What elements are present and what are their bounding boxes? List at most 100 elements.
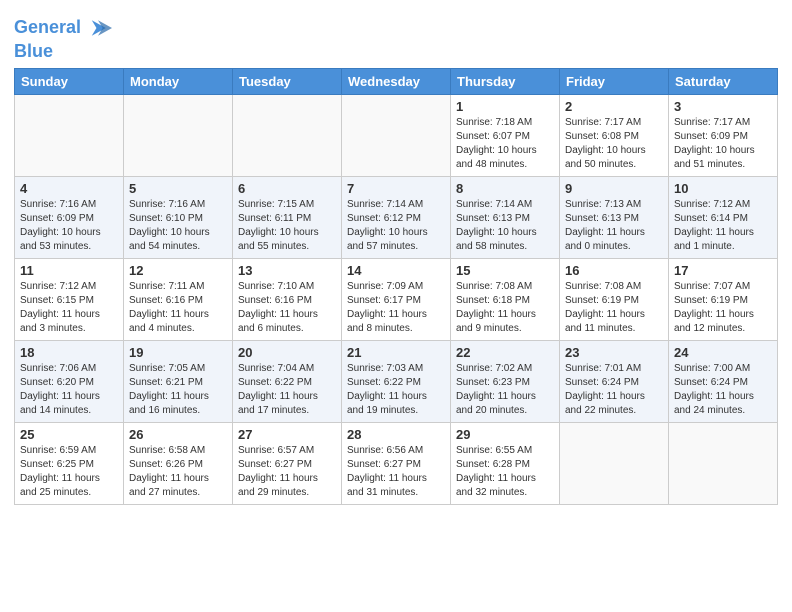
day-number: 26: [129, 427, 227, 442]
calendar-week-row: 4 Sunrise: 7:16 AMSunset: 6:09 PMDaylight…: [15, 176, 778, 258]
day-info: Sunrise: 7:07 AMSunset: 6:19 PMDaylight:…: [674, 280, 772, 336]
day-number: 4: [20, 181, 118, 196]
day-info: Sunrise: 7:16 AMSunset: 6:10 PMDaylight:…: [129, 198, 227, 254]
page: General Blue SundayMondayTuesdayWednesda…: [0, 0, 792, 612]
day-number: 28: [347, 427, 445, 442]
logo-icon: [84, 14, 112, 42]
day-number: 5: [129, 181, 227, 196]
calendar-cell: [560, 422, 669, 504]
calendar-cell: 28 Sunrise: 6:56 AMSunset: 6:27 PMDayligh…: [342, 422, 451, 504]
day-info: Sunrise: 7:13 AMSunset: 6:13 PMDaylight:…: [565, 198, 663, 254]
calendar-cell: 21 Sunrise: 7:03 AMSunset: 6:22 PMDayligh…: [342, 340, 451, 422]
calendar-cell: 1 Sunrise: 7:18 AMSunset: 6:07 PMDaylight…: [451, 94, 560, 176]
day-number: 7: [347, 181, 445, 196]
day-number: 13: [238, 263, 336, 278]
day-number: 24: [674, 345, 772, 360]
day-info: Sunrise: 7:17 AMSunset: 6:08 PMDaylight:…: [565, 116, 663, 172]
day-info: Sunrise: 7:01 AMSunset: 6:24 PMDaylight:…: [565, 362, 663, 418]
day-info: Sunrise: 7:03 AMSunset: 6:22 PMDaylight:…: [347, 362, 445, 418]
day-number: 23: [565, 345, 663, 360]
day-number: 21: [347, 345, 445, 360]
day-info: Sunrise: 7:11 AMSunset: 6:16 PMDaylight:…: [129, 280, 227, 336]
day-info: Sunrise: 6:55 AMSunset: 6:28 PMDaylight:…: [456, 444, 554, 500]
calendar-cell: 17 Sunrise: 7:07 AMSunset: 6:19 PMDayligh…: [669, 258, 778, 340]
header: General Blue: [14, 10, 778, 62]
calendar-week-row: 18 Sunrise: 7:06 AMSunset: 6:20 PMDayligh…: [15, 340, 778, 422]
calendar-cell: [342, 94, 451, 176]
day-number: 18: [20, 345, 118, 360]
day-number: 2: [565, 99, 663, 114]
day-info: Sunrise: 7:12 AMSunset: 6:14 PMDaylight:…: [674, 198, 772, 254]
calendar-cell: 18 Sunrise: 7:06 AMSunset: 6:20 PMDayligh…: [15, 340, 124, 422]
day-info: Sunrise: 6:56 AMSunset: 6:27 PMDaylight:…: [347, 444, 445, 500]
day-info: Sunrise: 7:12 AMSunset: 6:15 PMDaylight:…: [20, 280, 118, 336]
day-info: Sunrise: 6:57 AMSunset: 6:27 PMDaylight:…: [238, 444, 336, 500]
day-info: Sunrise: 7:05 AMSunset: 6:21 PMDaylight:…: [129, 362, 227, 418]
day-of-week-header: Monday: [124, 68, 233, 94]
day-of-week-header: Friday: [560, 68, 669, 94]
day-number: 12: [129, 263, 227, 278]
calendar-cell: 10 Sunrise: 7:12 AMSunset: 6:14 PMDayligh…: [669, 176, 778, 258]
calendar-cell: 26 Sunrise: 6:58 AMSunset: 6:26 PMDayligh…: [124, 422, 233, 504]
day-info: Sunrise: 7:06 AMSunset: 6:20 PMDaylight:…: [20, 362, 118, 418]
day-of-week-header: Tuesday: [233, 68, 342, 94]
day-info: Sunrise: 7:14 AMSunset: 6:13 PMDaylight:…: [456, 198, 554, 254]
calendar-cell: 7 Sunrise: 7:14 AMSunset: 6:12 PMDaylight…: [342, 176, 451, 258]
calendar-cell: 8 Sunrise: 7:14 AMSunset: 6:13 PMDaylight…: [451, 176, 560, 258]
calendar-header-row: SundayMondayTuesdayWednesdayThursdayFrid…: [15, 68, 778, 94]
day-number: 3: [674, 99, 772, 114]
logo-blue: Blue: [14, 42, 112, 62]
calendar-cell: 16 Sunrise: 7:08 AMSunset: 6:19 PMDayligh…: [560, 258, 669, 340]
day-info: Sunrise: 7:09 AMSunset: 6:17 PMDaylight:…: [347, 280, 445, 336]
logo-text: General: [14, 18, 81, 38]
calendar-cell: 25 Sunrise: 6:59 AMSunset: 6:25 PMDayligh…: [15, 422, 124, 504]
day-number: 16: [565, 263, 663, 278]
calendar-week-row: 11 Sunrise: 7:12 AMSunset: 6:15 PMDayligh…: [15, 258, 778, 340]
day-number: 15: [456, 263, 554, 278]
day-number: 25: [20, 427, 118, 442]
day-info: Sunrise: 7:10 AMSunset: 6:16 PMDaylight:…: [238, 280, 336, 336]
calendar-cell: 22Sunrise: 7:02 AMSunset: 6:23 PMDayligh…: [451, 340, 560, 422]
day-number: 19: [129, 345, 227, 360]
day-number: 11: [20, 263, 118, 278]
day-number: 6: [238, 181, 336, 196]
calendar-cell: [124, 94, 233, 176]
day-of-week-header: Sunday: [15, 68, 124, 94]
day-number: 10: [674, 181, 772, 196]
calendar-cell: 23 Sunrise: 7:01 AMSunset: 6:24 PMDayligh…: [560, 340, 669, 422]
calendar-cell: 9 Sunrise: 7:13 AMSunset: 6:13 PMDaylight…: [560, 176, 669, 258]
calendar-week-row: 25 Sunrise: 6:59 AMSunset: 6:25 PMDayligh…: [15, 422, 778, 504]
calendar-cell: 12 Sunrise: 7:11 AMSunset: 6:16 PMDayligh…: [124, 258, 233, 340]
calendar-cell: 6Sunrise: 7:15 AMSunset: 6:11 PMDaylight…: [233, 176, 342, 258]
day-number: 20: [238, 345, 336, 360]
day-number: 8: [456, 181, 554, 196]
day-info: Sunrise: 6:59 AMSunset: 6:25 PMDaylight:…: [20, 444, 118, 500]
day-info: Sunrise: 7:00 AMSunset: 6:24 PMDaylight:…: [674, 362, 772, 418]
calendar-cell: 27 Sunrise: 6:57 AMSunset: 6:27 PMDayligh…: [233, 422, 342, 504]
day-number: 29: [456, 427, 554, 442]
calendar-week-row: 1 Sunrise: 7:18 AMSunset: 6:07 PMDaylight…: [15, 94, 778, 176]
day-number: 27: [238, 427, 336, 442]
calendar: SundayMondayTuesdayWednesdayThursdayFrid…: [14, 68, 778, 505]
day-number: 9: [565, 181, 663, 196]
calendar-cell: 5 Sunrise: 7:16 AMSunset: 6:10 PMDaylight…: [124, 176, 233, 258]
calendar-cell: [669, 422, 778, 504]
day-of-week-header: Thursday: [451, 68, 560, 94]
day-info: Sunrise: 7:04 AMSunset: 6:22 PMDaylight:…: [238, 362, 336, 418]
day-number: 1: [456, 99, 554, 114]
day-info: Sunrise: 7:08 AMSunset: 6:19 PMDaylight:…: [565, 280, 663, 336]
calendar-cell: 20 Sunrise: 7:04 AMSunset: 6:22 PMDayligh…: [233, 340, 342, 422]
calendar-cell: 13 Sunrise: 7:10 AMSunset: 6:16 PMDayligh…: [233, 258, 342, 340]
calendar-cell: 24 Sunrise: 7:00 AMSunset: 6:24 PMDayligh…: [669, 340, 778, 422]
day-info: Sunrise: 7:18 AMSunset: 6:07 PMDaylight:…: [456, 116, 554, 172]
calendar-cell: 19 Sunrise: 7:05 AMSunset: 6:21 PMDayligh…: [124, 340, 233, 422]
day-info: Sunrise: 7:14 AMSunset: 6:12 PMDaylight:…: [347, 198, 445, 254]
day-info: Sunrise: 6:58 AMSunset: 6:26 PMDaylight:…: [129, 444, 227, 500]
day-info: Sunrise: 7:17 AMSunset: 6:09 PMDaylight:…: [674, 116, 772, 172]
day-info: Sunrise: 7:16 AMSunset: 6:09 PMDaylight:…: [20, 198, 118, 254]
calendar-cell: 15 Sunrise: 7:08 AMSunset: 6:18 PMDayligh…: [451, 258, 560, 340]
day-info: Sunrise: 7:02 AMSunset: 6:23 PMDaylight:…: [456, 362, 554, 418]
calendar-cell: 14Sunrise: 7:09 AMSunset: 6:17 PMDayligh…: [342, 258, 451, 340]
day-number: 17: [674, 263, 772, 278]
day-info: Sunrise: 7:08 AMSunset: 6:18 PMDaylight:…: [456, 280, 554, 336]
